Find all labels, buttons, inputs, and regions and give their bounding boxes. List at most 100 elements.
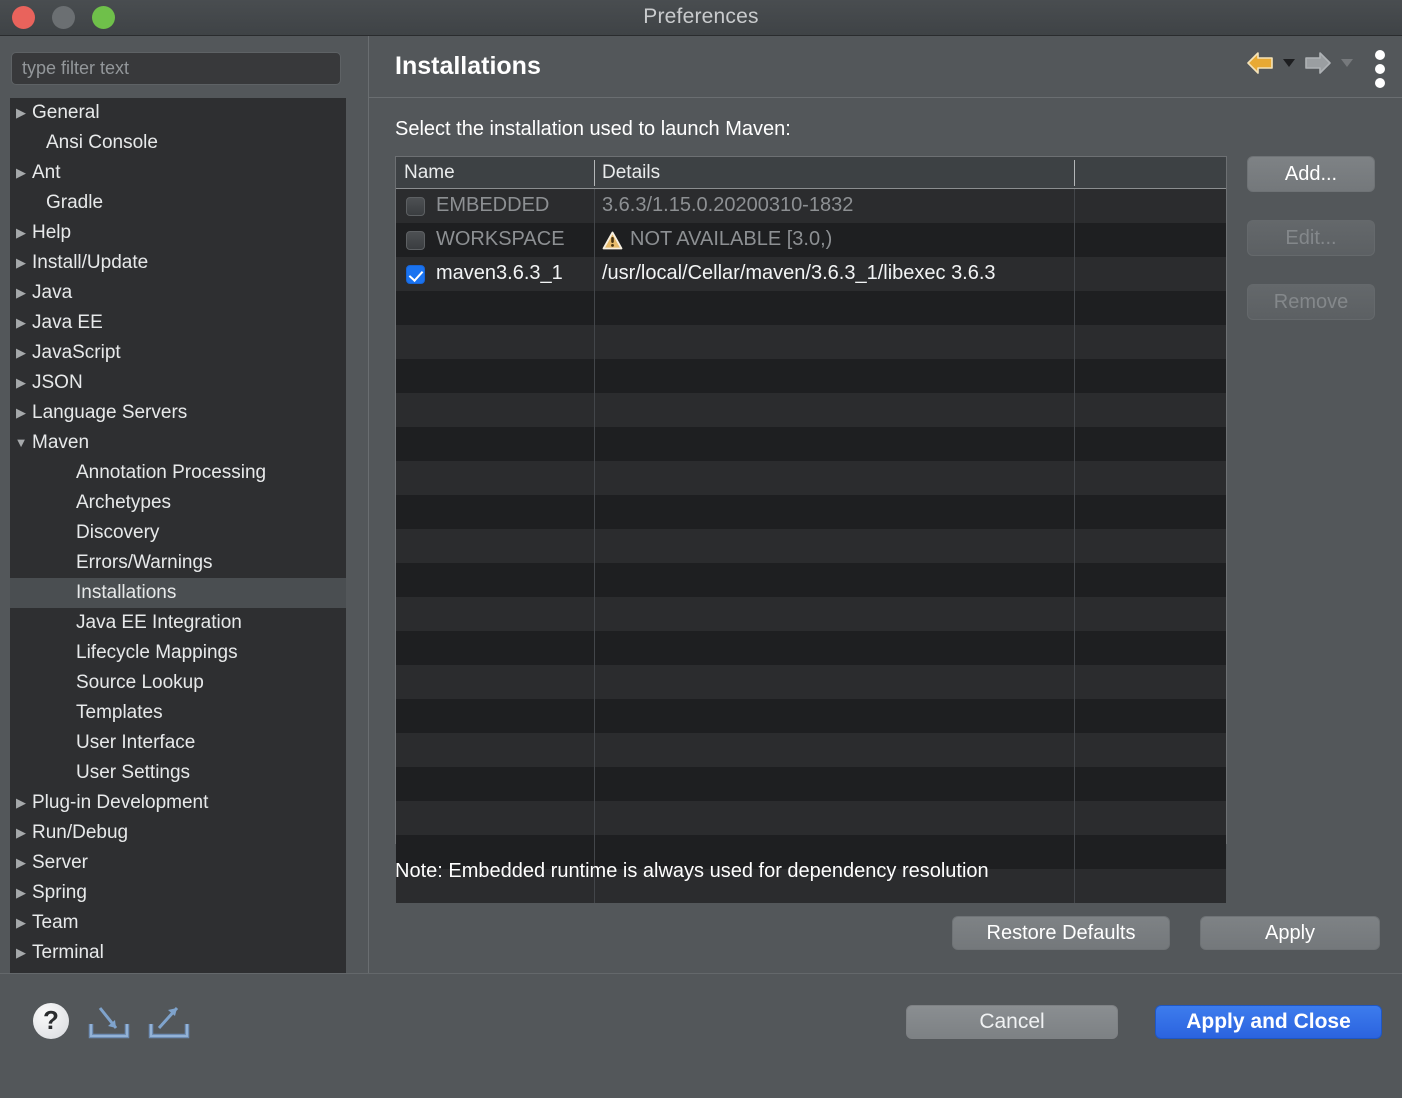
chevron-right-icon[interactable]: ▶ xyxy=(10,308,32,338)
row-checkbox[interactable] xyxy=(406,265,425,284)
chevron-right-icon[interactable]: ▶ xyxy=(10,788,32,818)
chevron-right-icon[interactable]: ▶ xyxy=(10,878,32,908)
restore-defaults-button[interactable]: Restore Defaults xyxy=(952,916,1170,950)
sidebar-item-install-update[interactable]: ▶ Install/Update xyxy=(10,248,346,278)
sidebar-item-json[interactable]: ▶ JSON xyxy=(10,368,346,398)
sidebar-item-label: Ansi Console xyxy=(46,132,158,153)
table-row-empty[interactable] xyxy=(396,495,1226,529)
sidebar-item-user-interface[interactable]: User Interface xyxy=(10,728,346,758)
forward-nav-group[interactable] xyxy=(1303,50,1353,76)
import-icon[interactable] xyxy=(86,1002,132,1042)
sidebar-item-annotation-processing[interactable]: Annotation Processing xyxy=(10,458,346,488)
sidebar-item-language-servers[interactable]: ▶ Language Servers xyxy=(10,398,346,428)
chevron-right-icon[interactable]: ▶ xyxy=(10,908,32,938)
sidebar-item-ant[interactable]: ▶ Ant xyxy=(10,158,346,188)
table-row-empty[interactable] xyxy=(396,563,1226,597)
sidebar-item-ansi-console[interactable]: Ansi Console xyxy=(10,128,346,158)
table-row-empty[interactable] xyxy=(396,427,1226,461)
sidebar-item-lifecycle-mappings[interactable]: Lifecycle Mappings xyxy=(10,638,346,668)
filter-input[interactable] xyxy=(11,52,341,85)
table-row-empty[interactable] xyxy=(396,325,1226,359)
sidebar-item-errors-warnings[interactable]: Errors/Warnings xyxy=(10,548,346,578)
cell-divider xyxy=(1074,427,1075,461)
row-checkbox[interactable] xyxy=(406,231,425,250)
table-row-empty[interactable] xyxy=(396,393,1226,427)
sidebar-item-source-lookup[interactable]: Source Lookup xyxy=(10,668,346,698)
table-row-empty[interactable] xyxy=(396,359,1226,393)
cell-divider xyxy=(594,393,595,427)
cell-divider xyxy=(594,631,595,665)
sidebar-item-archetypes[interactable]: Archetypes xyxy=(10,488,346,518)
preferences-tree[interactable]: ▶ General Ansi Console ▶ Ant Gradle ▶ Help ▶ Inst… xyxy=(10,98,346,1010)
column-header[interactable]: Name xyxy=(396,157,455,189)
table-row-empty[interactable] xyxy=(396,597,1226,631)
sidebar-item-templates[interactable]: Templates xyxy=(10,698,346,728)
table-row-empty[interactable] xyxy=(396,801,1226,835)
sidebar-item-general[interactable]: ▶ General xyxy=(10,98,346,128)
chevron-right-icon[interactable]: ▶ xyxy=(10,938,32,968)
sidebar-item-run-debug[interactable]: ▶ Run/Debug xyxy=(10,818,346,848)
sidebar-item-plug-in-development[interactable]: ▶ Plug-in Development xyxy=(10,788,346,818)
installations-table[interactable]: Name Details EMBEDDED 3.6.3/1.15.0.2020031… xyxy=(395,156,1227,903)
sidebar-item-user-settings[interactable]: User Settings xyxy=(10,758,346,788)
column-header[interactable] xyxy=(1074,157,1082,189)
table-row-empty[interactable] xyxy=(396,631,1226,665)
sidebar-item-terminal[interactable]: ▶ Terminal xyxy=(10,938,346,968)
chevron-right-icon[interactable]: ▶ xyxy=(10,338,32,368)
apply-button[interactable]: Apply xyxy=(1200,916,1380,950)
table-row-empty[interactable] xyxy=(396,767,1226,801)
cell-divider xyxy=(1074,733,1075,767)
table-row-empty[interactable] xyxy=(396,461,1226,495)
sidebar-item-javascript[interactable]: ▶ JavaScript xyxy=(10,338,346,368)
apply-and-close-button[interactable]: Apply and Close xyxy=(1155,1005,1382,1039)
back-chevron-down-icon[interactable] xyxy=(1282,59,1295,67)
chevron-right-icon[interactable]: ▶ xyxy=(10,368,32,398)
sidebar-item-label: User Interface xyxy=(76,732,196,753)
chevron-down-icon[interactable]: ▼ xyxy=(10,428,32,458)
sidebar-item-label: Plug-in Development xyxy=(32,792,209,813)
help-icon[interactable]: ? xyxy=(33,1003,69,1039)
sidebar-item-team[interactable]: ▶ Team xyxy=(10,908,346,938)
chevron-right-icon[interactable]: ▶ xyxy=(10,248,32,278)
sidebar-item-java-ee[interactable]: ▶ Java EE xyxy=(10,308,346,338)
sidebar-item-server[interactable]: ▶ Server xyxy=(10,848,346,878)
chevron-right-icon[interactable]: ▶ xyxy=(10,818,32,848)
column-header[interactable]: Details xyxy=(594,157,660,189)
add-button[interactable]: Add... xyxy=(1247,156,1375,192)
back-nav-group[interactable] xyxy=(1245,50,1295,76)
cell-divider xyxy=(1074,835,1075,869)
sidebar-item-help[interactable]: ▶ Help xyxy=(10,218,346,248)
chevron-right-icon[interactable]: ▶ xyxy=(10,398,32,428)
remove-button[interactable]: Remove xyxy=(1247,284,1375,320)
export-icon[interactable] xyxy=(146,1002,192,1042)
sidebar-item-spring[interactable]: ▶ Spring xyxy=(10,878,346,908)
forward-arrow-icon[interactable] xyxy=(1303,50,1333,76)
chevron-right-icon[interactable]: ▶ xyxy=(10,848,32,878)
table-row[interactable]: maven3.6.3_1/usr/local/Cellar/maven/3.6.… xyxy=(396,257,1226,291)
chevron-right-icon[interactable]: ▶ xyxy=(10,98,32,128)
table-body[interactable]: EMBEDDED 3.6.3/1.15.0.20200310-1832 WORKSP… xyxy=(396,189,1226,903)
table-row[interactable]: WORKSPACE NOT AVAILABLE [3.0,) xyxy=(396,223,1226,257)
table-row-empty[interactable] xyxy=(396,291,1226,325)
chevron-right-icon[interactable]: ▶ xyxy=(10,278,32,308)
table-row-empty[interactable] xyxy=(396,665,1226,699)
installation-details: NOT AVAILABLE [3.0,) xyxy=(602,223,1072,257)
table-row-empty[interactable] xyxy=(396,529,1226,563)
sidebar-item-discovery[interactable]: Discovery xyxy=(10,518,346,548)
sidebar-item-gradle[interactable]: Gradle xyxy=(10,188,346,218)
sidebar-item-java-ee-integration[interactable]: Java EE Integration xyxy=(10,608,346,638)
sidebar-item-maven[interactable]: ▼ Maven xyxy=(10,428,346,458)
table-row-empty[interactable] xyxy=(396,733,1226,767)
kebab-menu-icon[interactable] xyxy=(1375,50,1385,92)
chevron-right-icon[interactable]: ▶ xyxy=(10,218,32,248)
forward-chevron-down-icon[interactable] xyxy=(1340,59,1353,67)
back-arrow-icon[interactable] xyxy=(1245,50,1275,76)
chevron-right-icon[interactable]: ▶ xyxy=(10,158,32,188)
table-row[interactable]: EMBEDDED 3.6.3/1.15.0.20200310-1832 xyxy=(396,189,1226,223)
cancel-button[interactable]: Cancel xyxy=(906,1005,1118,1039)
sidebar-item-installations[interactable]: Installations xyxy=(10,578,346,608)
row-checkbox[interactable] xyxy=(406,197,425,216)
edit-button[interactable]: Edit... xyxy=(1247,220,1375,256)
sidebar-item-java[interactable]: ▶ Java xyxy=(10,278,346,308)
table-row-empty[interactable] xyxy=(396,699,1226,733)
